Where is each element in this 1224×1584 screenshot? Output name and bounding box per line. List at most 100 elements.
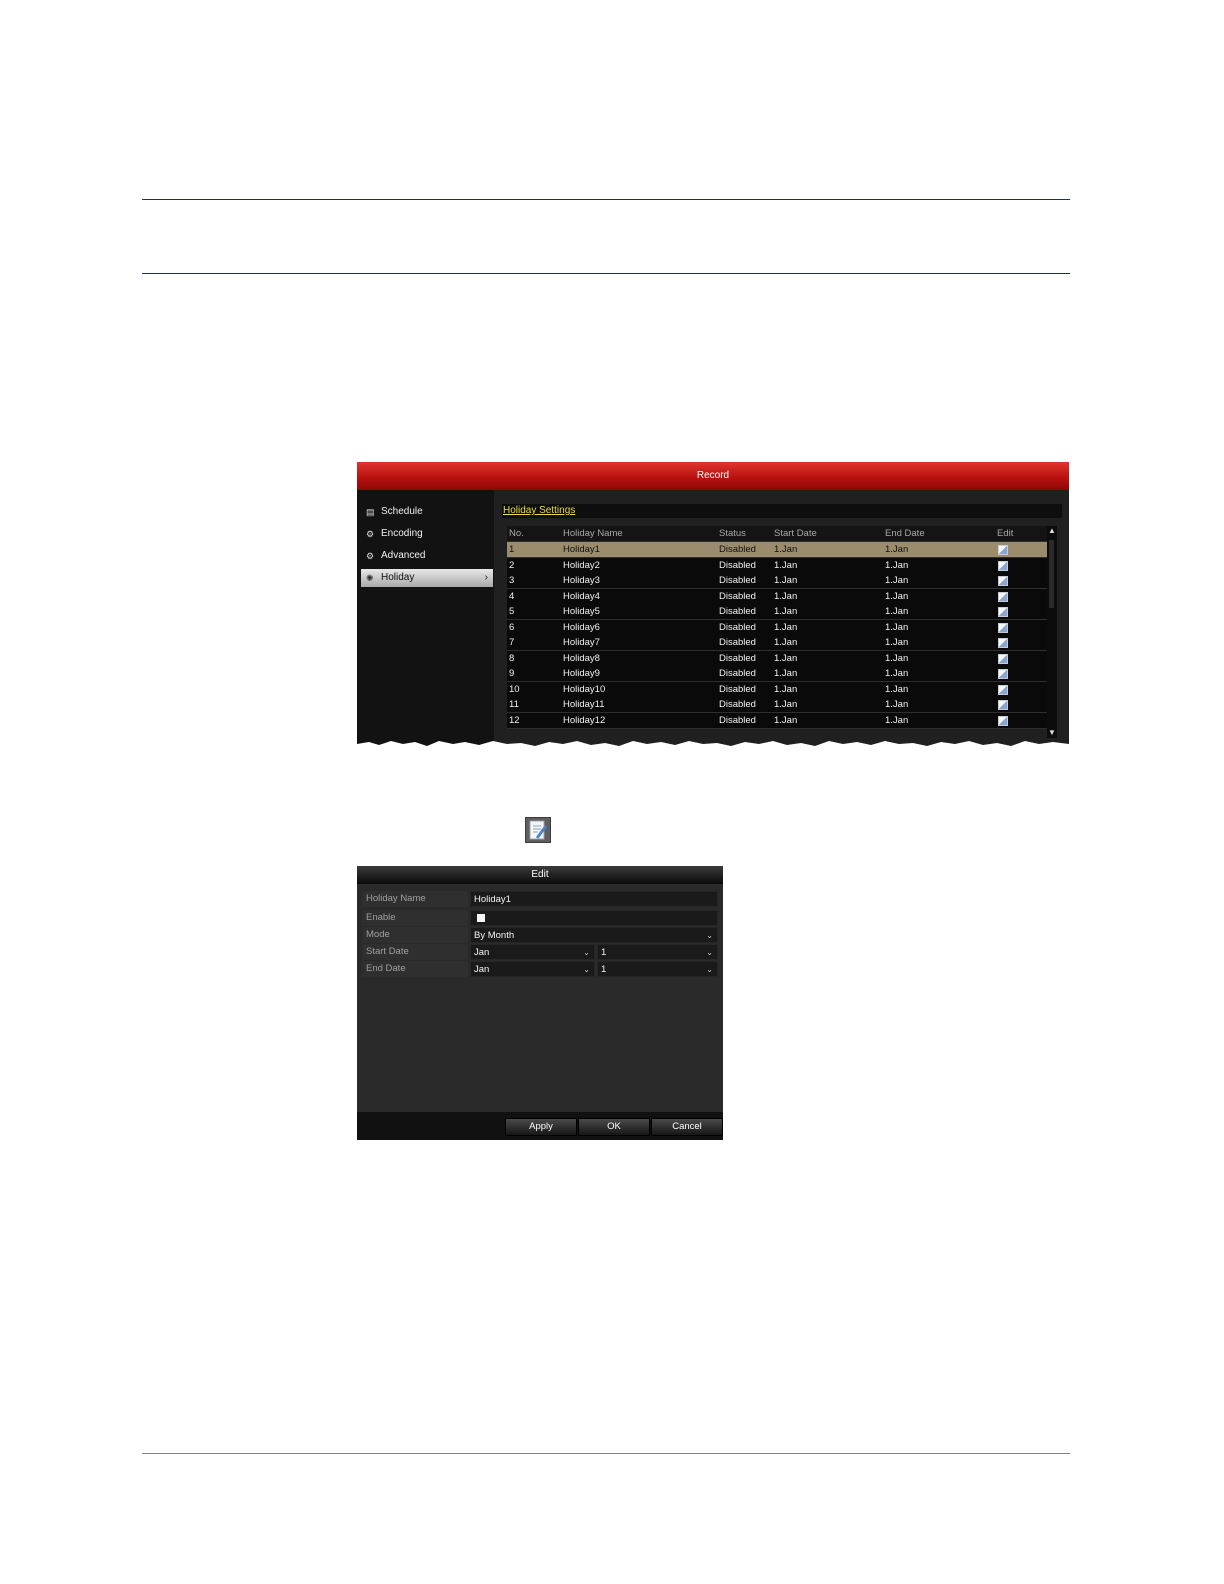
start-date-label: Start Date [362, 944, 468, 960]
cancel-button[interactable]: Cancel [651, 1118, 723, 1136]
cell-end-date: 1.Jan [885, 637, 909, 648]
table-row[interactable]: 2 Holiday2 Disabled 1.Jan 1.Jan [507, 557, 1047, 574]
table-row[interactable]: 12 Holiday12 Disabled 1.Jan 1.Jan [507, 712, 1047, 729]
cell-end-date: 1.Jan [885, 668, 909, 679]
table-row[interactable]: 3 Holiday3 Disabled 1.Jan 1.Jan [507, 573, 1047, 589]
table-row[interactable]: 7 Holiday7 Disabled 1.Jan 1.Jan [507, 635, 1047, 651]
table-header-row: No. Holiday Name Status Start Date End D… [507, 526, 1047, 542]
edit-icon [998, 669, 1008, 679]
edit-icon [998, 545, 1008, 555]
sidebar-item-encoding[interactable]: ⚙ Encoding [361, 525, 493, 543]
section-title[interactable]: Holiday Settings [503, 504, 575, 518]
column-header: Edit [997, 528, 1014, 539]
start-day-select[interactable]: 1 ⌄ [597, 944, 718, 960]
cell-start-date: 1.Jan [774, 699, 798, 710]
end-day-select[interactable]: 1 ⌄ [597, 961, 718, 977]
holiday-icon: ✺ [366, 573, 374, 583]
edit-row-button[interactable] [995, 635, 1045, 650]
table-row[interactable]: 8 Holiday8 Disabled 1.Jan 1.Jan [507, 650, 1047, 667]
cell-holiday-name: Holiday1 [563, 544, 600, 555]
chevron-right-icon: › [484, 572, 488, 583]
edit-icon [998, 607, 1008, 617]
edit-row-button[interactable] [995, 573, 1045, 588]
torn-edge [357, 741, 1069, 752]
section-tab-bar [502, 504, 1062, 518]
cell-status: Disabled [719, 668, 756, 679]
edit-row-button[interactable] [995, 542, 1045, 557]
cell-start-date: 1.Jan [774, 668, 798, 679]
table-row[interactable]: 11 Holiday11 Disabled 1.Jan 1.Jan [507, 697, 1047, 713]
edit-row-button[interactable] [995, 558, 1045, 573]
record-window: Record ▤ Schedule ⚙ Encoding ⚙ Advanced … [357, 462, 1069, 752]
holiday-name-label: Holiday Name [362, 891, 468, 907]
edit-icon [998, 576, 1008, 586]
chevron-down-icon: ⌄ [583, 965, 590, 974]
table-row[interactable]: 10 Holiday10 Disabled 1.Jan 1.Jan [507, 681, 1047, 698]
table-row[interactable]: 5 Holiday5 Disabled 1.Jan 1.Jan [507, 604, 1047, 620]
edit-row-button[interactable] [995, 697, 1045, 712]
sidebar-item-holiday[interactable]: ✺ Holiday › [361, 569, 493, 587]
edit-icon [998, 560, 1008, 571]
header-rule-top [142, 199, 1070, 200]
sidebar-item-schedule[interactable]: ▤ Schedule [361, 503, 493, 521]
ok-button[interactable]: OK [578, 1118, 650, 1136]
edit-row-button[interactable] [995, 651, 1045, 666]
cell-holiday-name: Holiday12 [563, 714, 606, 726]
edit-row-button[interactable] [995, 666, 1045, 681]
table-row[interactable]: 4 Holiday4 Disabled 1.Jan 1.Jan [507, 588, 1047, 605]
table-row[interactable]: 1 Holiday1 Disabled 1.Jan 1.Jan [507, 542, 1047, 558]
mode-value: By Month [474, 930, 515, 941]
table-row[interactable]: 9 Holiday9 Disabled 1.Jan 1.Jan [507, 666, 1047, 682]
footer-rule [142, 1453, 1070, 1454]
cell-start-date: 1.Jan [774, 621, 798, 633]
holiday-name-input[interactable]: Holiday1 [470, 891, 718, 907]
end-day-value: 1 [601, 964, 607, 975]
end-date-label: End Date [362, 961, 468, 977]
cell-number: 3 [509, 575, 515, 586]
cell-number: 4 [509, 590, 515, 602]
chevron-down-icon: ⌄ [706, 965, 713, 974]
column-header: Start Date [774, 528, 817, 539]
scroll-up-icon[interactable]: ▲ [1047, 526, 1057, 536]
column-header: End Date [885, 528, 925, 539]
cell-holiday-name: Holiday7 [563, 637, 600, 648]
apply-button[interactable]: Apply [505, 1118, 577, 1136]
table-row[interactable]: 6 Holiday6 Disabled 1.Jan 1.Jan [507, 619, 1047, 636]
edit-row-button[interactable] [995, 604, 1045, 619]
record-sidebar: ▤ Schedule ⚙ Encoding ⚙ Advanced ✺ Holid… [357, 490, 494, 752]
cell-start-date: 1.Jan [774, 637, 798, 648]
mode-select[interactable]: By Month ⌄ [470, 927, 718, 943]
cell-status: Disabled [719, 590, 756, 602]
cell-start-date: 1.Jan [774, 652, 798, 664]
cell-holiday-name: Holiday4 [563, 590, 600, 602]
end-month-select[interactable]: Jan ⌄ [470, 961, 595, 977]
cell-start-date: 1.Jan [774, 714, 798, 726]
cell-status: Disabled [719, 621, 756, 633]
column-header: Holiday Name [563, 528, 623, 539]
edit-row-button[interactable] [995, 713, 1045, 728]
holiday-name-row: Holiday Name Holiday1 [362, 891, 718, 907]
cell-holiday-name: Holiday3 [563, 575, 600, 586]
enable-checkbox[interactable] [477, 914, 485, 922]
cell-end-date: 1.Jan [885, 714, 909, 726]
sidebar-item-label: Schedule [381, 506, 423, 517]
edit-icon [998, 638, 1008, 648]
start-month-select[interactable]: Jan ⌄ [470, 944, 595, 960]
cell-holiday-name: Holiday10 [563, 683, 606, 695]
edit-row-button[interactable] [995, 620, 1045, 635]
sidebar-item-advanced[interactable]: ⚙ Advanced [361, 547, 493, 565]
cell-holiday-name: Holiday11 [563, 699, 605, 710]
cell-holiday-name: Holiday8 [563, 652, 600, 664]
cell-number: 7 [509, 637, 515, 648]
edit-row-button[interactable] [995, 682, 1045, 697]
cell-number: 5 [509, 606, 515, 617]
record-title: Record [357, 462, 1069, 490]
end-date-row: End Date Jan ⌄ 1 ⌄ [362, 961, 718, 977]
table-scrollbar[interactable]: ▲ ▼ [1047, 526, 1057, 738]
edit-row-button[interactable] [995, 589, 1045, 604]
edit-icon [998, 715, 1008, 726]
cell-start-date: 1.Jan [774, 544, 798, 555]
cell-start-date: 1.Jan [774, 575, 798, 586]
scroll-thumb[interactable] [1049, 540, 1054, 608]
edit-icon [998, 622, 1008, 633]
